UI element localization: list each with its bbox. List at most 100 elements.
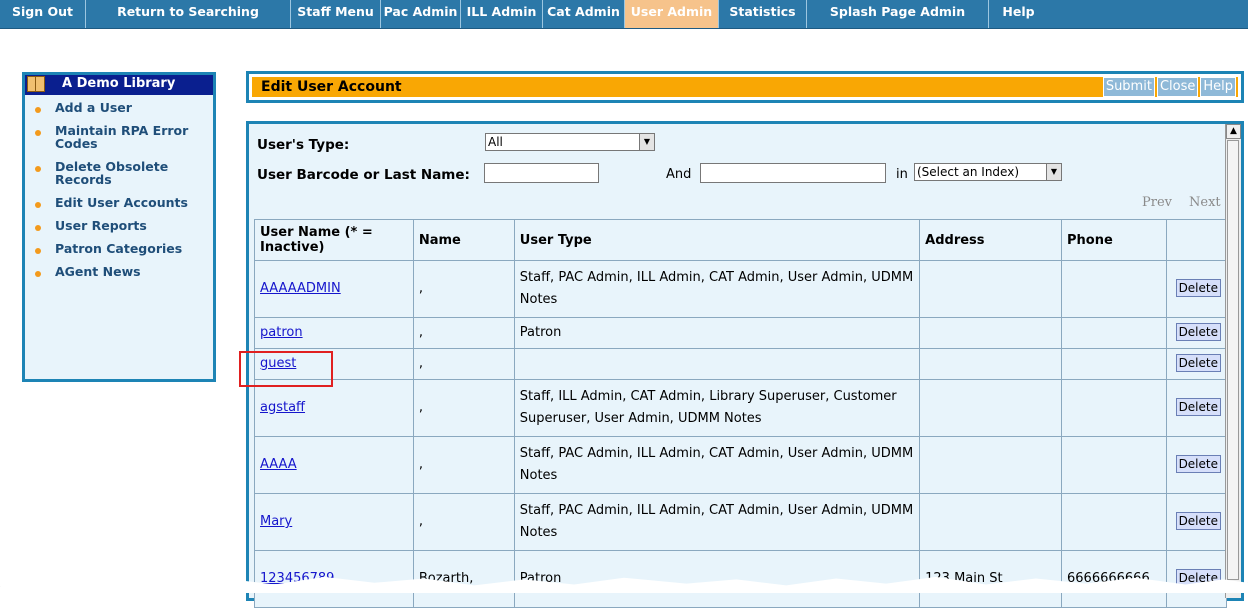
name-cell: , — [412, 436, 515, 494]
library-name: A Demo Library — [62, 76, 176, 91]
tab-pac-admin[interactable]: Pac Admin — [381, 0, 461, 28]
scroll-thumb[interactable] — [1227, 140, 1239, 580]
username-link[interactable]: AAAAADMIN — [260, 281, 341, 296]
name-cell: , — [412, 348, 515, 380]
phone-cell — [1061, 348, 1167, 380]
column-address: Address — [919, 219, 1062, 261]
username-link[interactable]: AAAA — [260, 457, 297, 472]
sidebar-item-user-reports[interactable]: User Reports — [25, 219, 213, 232]
name-cell: , — [412, 493, 515, 551]
user-type-select[interactable]: All ▼ — [485, 133, 655, 151]
user-type-cell: Staff, PAC Admin, ILL Admin, CAT Admin, … — [513, 493, 921, 551]
delete-button[interactable]: Delete — [1175, 398, 1221, 416]
prev-link[interactable]: Prev — [1142, 195, 1172, 210]
chevron-down-icon: ▼ — [639, 134, 654, 150]
table-row: patron , Patron Delete — [254, 317, 1228, 349]
bullet-icon — [35, 166, 41, 172]
phone-cell: 6666666666 — [1061, 550, 1167, 608]
tab-help[interactable]: Help — [989, 0, 1048, 28]
name-cell: Bozarth, — [412, 550, 515, 608]
address-cell — [919, 348, 1062, 380]
name-cell: , — [412, 379, 515, 437]
tab-statistics[interactable]: Statistics — [719, 0, 807, 28]
delete-button[interactable]: Delete — [1175, 512, 1221, 530]
submit-button[interactable]: Submit — [1102, 77, 1155, 97]
sidebar-item-delete-obsolete-records[interactable]: Delete Obsolete Records — [25, 160, 213, 186]
tab-sign-out[interactable]: Sign Out — [0, 0, 86, 28]
bullet-icon — [35, 130, 41, 136]
column-actions — [1165, 219, 1228, 261]
name-cell: , — [412, 317, 515, 349]
user-type-cell: Patron — [513, 317, 921, 349]
scroll-up-icon[interactable]: ▲ — [1226, 124, 1241, 139]
close-button[interactable]: Close — [1156, 77, 1199, 97]
sidebar-item-maintain-rpa-error-codes[interactable]: Maintain RPA Error Codes — [25, 124, 213, 150]
sidebar-item-patron-categories[interactable]: Patron Categories — [25, 242, 213, 255]
help-button[interactable]: Help — [1200, 77, 1236, 97]
username-link[interactable]: patron — [260, 325, 303, 340]
table-row: AAAAADMIN , Staff, PAC Admin, ILL Admin,… — [254, 260, 1228, 318]
column-username: User Name (* = Inactive) — [254, 219, 414, 261]
table-header-row: User Name (* = Inactive) Name User Type … — [254, 219, 1228, 261]
bullet-icon — [35, 107, 41, 113]
column-name: Name — [412, 219, 515, 261]
bullet-icon — [35, 248, 41, 254]
in-label: in — [896, 167, 908, 182]
and-label: And — [666, 167, 692, 182]
delete-button[interactable]: Delete — [1175, 354, 1221, 372]
page-title: Edit User Account — [261, 79, 402, 95]
delete-button[interactable]: Delete — [1175, 279, 1221, 297]
tab-return-to-searching[interactable]: Return to Searching — [86, 0, 291, 28]
sidebar-menu: Add a User Maintain RPA Error Codes Dele… — [25, 95, 213, 278]
delete-button[interactable]: Delete — [1175, 455, 1221, 473]
address-cell — [919, 493, 1062, 551]
main-panel: User's Type: All ▼ User Barcode or Last … — [246, 121, 1244, 608]
index-select[interactable]: (Select an Index) ▼ — [914, 163, 1062, 181]
phone-cell — [1061, 493, 1167, 551]
tab-staff-menu[interactable]: Staff Menu — [291, 0, 381, 28]
table-row: Mary , Staff, PAC Admin, ILL Admin, CAT … — [254, 493, 1228, 551]
sidebar: A Demo Library Add a User Maintain RPA E… — [22, 72, 216, 382]
user-type-cell — [513, 348, 921, 380]
tab-user-admin[interactable]: User Admin — [625, 0, 719, 28]
phone-cell — [1061, 436, 1167, 494]
column-phone: Phone — [1061, 219, 1167, 261]
and-input[interactable] — [700, 163, 886, 183]
book-icon — [27, 76, 45, 92]
table-row: 123456789 Bozarth, Patron 123 Main St 66… — [254, 550, 1228, 608]
delete-button[interactable]: Delete — [1175, 323, 1221, 341]
sidebar-item-add-user[interactable]: Add a User — [25, 101, 213, 114]
sidebar-item-agent-news[interactable]: AGent News — [25, 265, 213, 278]
username-link[interactable]: agstaff — [260, 400, 305, 415]
name-cell: , — [412, 260, 515, 318]
table-row: guest , Delete — [254, 348, 1228, 380]
next-link[interactable]: Next — [1189, 195, 1221, 210]
chevron-down-icon: ▼ — [1046, 164, 1061, 180]
phone-cell — [1061, 317, 1167, 349]
phone-cell — [1061, 379, 1167, 437]
address-cell — [919, 317, 1062, 349]
barcode-input[interactable] — [484, 163, 599, 183]
sidebar-header: A Demo Library — [25, 75, 213, 95]
tab-ill-admin[interactable]: ILL Admin — [461, 0, 543, 28]
username-link[interactable]: Mary — [260, 514, 292, 529]
user-type-cell: Staff, ILL Admin, CAT Admin, Library Sup… — [513, 379, 921, 437]
user-type-cell: Staff, PAC Admin, ILL Admin, CAT Admin, … — [513, 260, 921, 318]
bullet-icon — [35, 271, 41, 277]
vertical-scrollbar[interactable]: ▲ — [1225, 124, 1241, 598]
tab-cat-admin[interactable]: Cat Admin — [543, 0, 625, 28]
users-table: User Name (* = Inactive) Name User Type … — [254, 219, 1228, 608]
address-cell — [919, 436, 1062, 494]
sidebar-item-edit-user-accounts[interactable]: Edit User Accounts — [25, 196, 213, 209]
user-type-cell: Staff, PAC Admin, ILL Admin, CAT Admin, … — [513, 436, 921, 494]
address-cell — [919, 260, 1062, 318]
highlight-box — [239, 351, 333, 387]
tab-splash-page-admin[interactable]: Splash Page Admin — [807, 0, 989, 28]
top-nav: Sign Out Return to Searching Staff Menu … — [0, 0, 1248, 29]
user-type-cell: Patron — [513, 550, 921, 608]
barcode-label: User Barcode or Last Name: — [257, 167, 470, 183]
table-row: agstaff , Staff, ILL Admin, CAT Admin, L… — [254, 379, 1228, 437]
address-cell — [919, 379, 1062, 437]
table-row: AAAA , Staff, PAC Admin, ILL Admin, CAT … — [254, 436, 1228, 494]
edit-user-header: Edit User Account Submit Close Help — [246, 71, 1244, 103]
